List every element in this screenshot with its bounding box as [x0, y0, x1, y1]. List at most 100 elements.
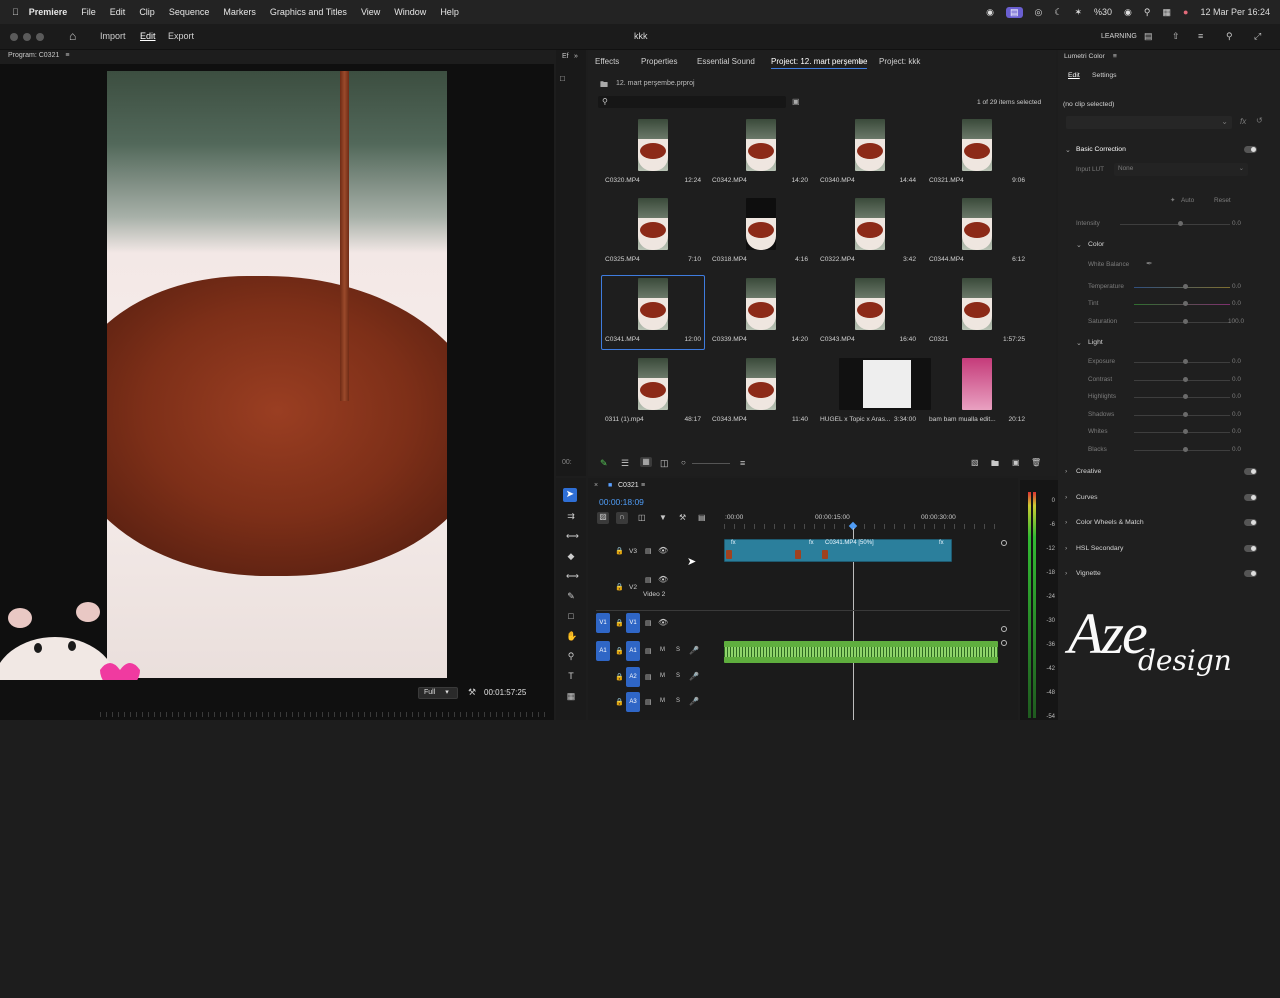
razor-tool-icon[interactable]: ◆	[566, 551, 576, 561]
program-title[interactable]: Program: C0321	[8, 52, 59, 59]
project-search-input[interactable]: ⚲	[598, 96, 786, 108]
adjust-slider[interactable]	[1134, 362, 1230, 363]
section-toggle[interactable]	[1244, 544, 1257, 552]
section-toggle[interactable]	[1244, 493, 1257, 501]
chevron-right-icon[interactable]: ›	[1065, 468, 1067, 475]
zoom-window-button[interactable]	[36, 33, 44, 41]
adjust-slider[interactable]	[1134, 397, 1230, 398]
track-a3-label[interactable]: A3	[626, 692, 640, 712]
clip-thumbnail[interactable]	[638, 119, 668, 171]
lock-icon[interactable]: 🔒	[615, 647, 624, 655]
zoom-slider[interactable]	[692, 463, 730, 464]
track-v1-label[interactable]: V1	[626, 613, 640, 633]
clip-select[interactable]: ⌄	[1066, 116, 1232, 129]
clip-name[interactable]: C0339.MP4	[712, 336, 747, 343]
timeline-settings-icon[interactable]: ⚒	[679, 513, 686, 522]
lumetri-section[interactable]: HSL Secondary	[1076, 545, 1123, 552]
clip-thumbnail[interactable]	[855, 198, 885, 250]
chevron-right-icon[interactable]: ›	[1065, 545, 1067, 552]
battery-text[interactable]: %30	[1094, 7, 1112, 17]
freeform-view-icon[interactable]: ◫	[660, 458, 669, 469]
creative-cloud-icon[interactable]: ◎	[1035, 7, 1043, 18]
clip-name[interactable]: C0340.MP4	[820, 177, 855, 184]
clip-name[interactable]: 0311 (1).mp4	[605, 416, 644, 423]
lumetri-section[interactable]: Creative	[1076, 468, 1101, 475]
playhead-timecode[interactable]: 00:00:18:09	[599, 497, 644, 507]
scroll-handle-mid[interactable]	[1001, 626, 1007, 632]
clip-thumbnail[interactable]	[746, 278, 776, 330]
mic-icon[interactable]: 🎤	[689, 646, 699, 655]
chevron-right-icon[interactable]: ›	[1065, 570, 1067, 577]
learning-button[interactable]: LEARNING	[1101, 33, 1137, 40]
menu-file[interactable]: File	[81, 7, 96, 17]
hand-tool-icon[interactable]: ✋	[566, 631, 577, 641]
lumetri-section[interactable]: Vignette	[1076, 570, 1101, 577]
reset-button[interactable]: Reset	[1214, 197, 1231, 204]
zoom-select[interactable]: Full ▾	[418, 687, 458, 699]
new-folder-icon[interactable]: 🖿	[991, 458, 999, 472]
mute-a3[interactable]: M	[660, 698, 665, 704]
panel-icon[interactable]: ▤	[1144, 31, 1153, 42]
lock-icon[interactable]: 🔒	[615, 547, 624, 555]
zoom-tool-icon[interactable]: ⚲	[566, 651, 576, 661]
lumetri-tab-settings[interactable]: Settings	[1092, 72, 1117, 79]
solo-a3[interactable]: S	[676, 698, 680, 704]
clip-thumbnail[interactable]	[855, 278, 885, 330]
lumetri-title[interactable]: Lumetri Color	[1064, 53, 1105, 60]
adjust-slider[interactable]	[1134, 287, 1230, 288]
mic-icon[interactable]: 🎤	[689, 672, 699, 681]
tab-project-main[interactable]: Project: 12. mart perşembe	[771, 57, 868, 69]
adjust-slider[interactable]	[1134, 322, 1230, 323]
slider-knob[interactable]	[1183, 319, 1188, 324]
zoom-slider-knob-icon[interactable]: ○	[681, 458, 686, 467]
input-lut-select[interactable]: None ⌄	[1114, 163, 1248, 176]
adjust-slider[interactable]	[1134, 304, 1230, 305]
section-toggle[interactable]	[1244, 468, 1257, 475]
chevron-right-icon[interactable]: ›	[1065, 494, 1067, 501]
auto-icon[interactable]: ✦	[1170, 196, 1175, 204]
slider-knob[interactable]	[1183, 359, 1188, 364]
scroll-handle-audio[interactable]	[1001, 640, 1007, 646]
slider-knob[interactable]	[1183, 284, 1188, 289]
sync-lock-icon[interactable]: ▤	[645, 576, 652, 584]
clip-thumbnail[interactable]	[855, 119, 885, 171]
section-color[interactable]: Color	[1088, 241, 1104, 248]
sync-lock-icon[interactable]: ▤	[645, 698, 652, 706]
track-v2-label[interactable]: V2	[629, 584, 637, 591]
menu-view[interactable]: View	[361, 7, 380, 17]
chevron-down-icon[interactable]: ⌄	[1065, 146, 1071, 154]
bluetooth-icon[interactable]: ✶	[1074, 7, 1082, 18]
clip-thumbnail[interactable]	[746, 358, 776, 410]
clip-thumbnail[interactable]	[839, 358, 931, 410]
lumetri-section[interactable]: Color Wheels & Match	[1076, 519, 1144, 526]
captions-icon[interactable]: ▤	[698, 513, 706, 522]
eyedropper-icon[interactable]: ✒	[1146, 259, 1153, 268]
adjust-slider[interactable]	[1134, 449, 1230, 451]
timeline-ruler[interactable]	[724, 524, 1004, 529]
lock-icon[interactable]: 🔒	[615, 619, 624, 627]
new-bin-icon[interactable]: ▣	[792, 97, 800, 106]
section-basic-correction[interactable]: Basic Correction	[1076, 146, 1126, 153]
sort-icon[interactable]: ≡	[740, 458, 745, 468]
clip-name[interactable]: C0322.MP4	[820, 256, 855, 263]
fx-toggle[interactable]: fx	[1240, 117, 1246, 126]
rectangle-tool-icon[interactable]: □	[566, 611, 576, 621]
caption-tool-icon[interactable]: ▦	[566, 691, 576, 701]
intensity-slider[interactable]	[1120, 224, 1230, 225]
clip-thumbnail[interactable]	[962, 278, 992, 330]
clip-name[interactable]: C0343.MP4	[712, 416, 747, 423]
tab-properties[interactable]: Properties	[641, 57, 677, 66]
lumetri-section[interactable]: Curves	[1076, 494, 1098, 501]
adjust-slider[interactable]	[1134, 414, 1230, 416]
clip-name[interactable]: C0321.MP4	[929, 177, 964, 184]
fullscreen-icon[interactable]: ⤢	[1254, 31, 1261, 42]
track-select-tool-icon[interactable]: ⇉	[566, 511, 576, 521]
clip-name[interactable]: C0344.MP4	[929, 256, 964, 263]
apple-icon[interactable]: 	[12, 7, 19, 17]
tab-essential-sound[interactable]: Essential Sound	[697, 57, 755, 66]
control-center-icon[interactable]: ▦	[1163, 7, 1172, 18]
panel-menu-icon[interactable]: ≡	[65, 52, 69, 59]
reset-effect-icon[interactable]: ↺	[1256, 116, 1263, 125]
eye-icon[interactable]: 👁	[658, 575, 668, 584]
close-sequence-icon[interactable]: ×	[594, 482, 598, 489]
